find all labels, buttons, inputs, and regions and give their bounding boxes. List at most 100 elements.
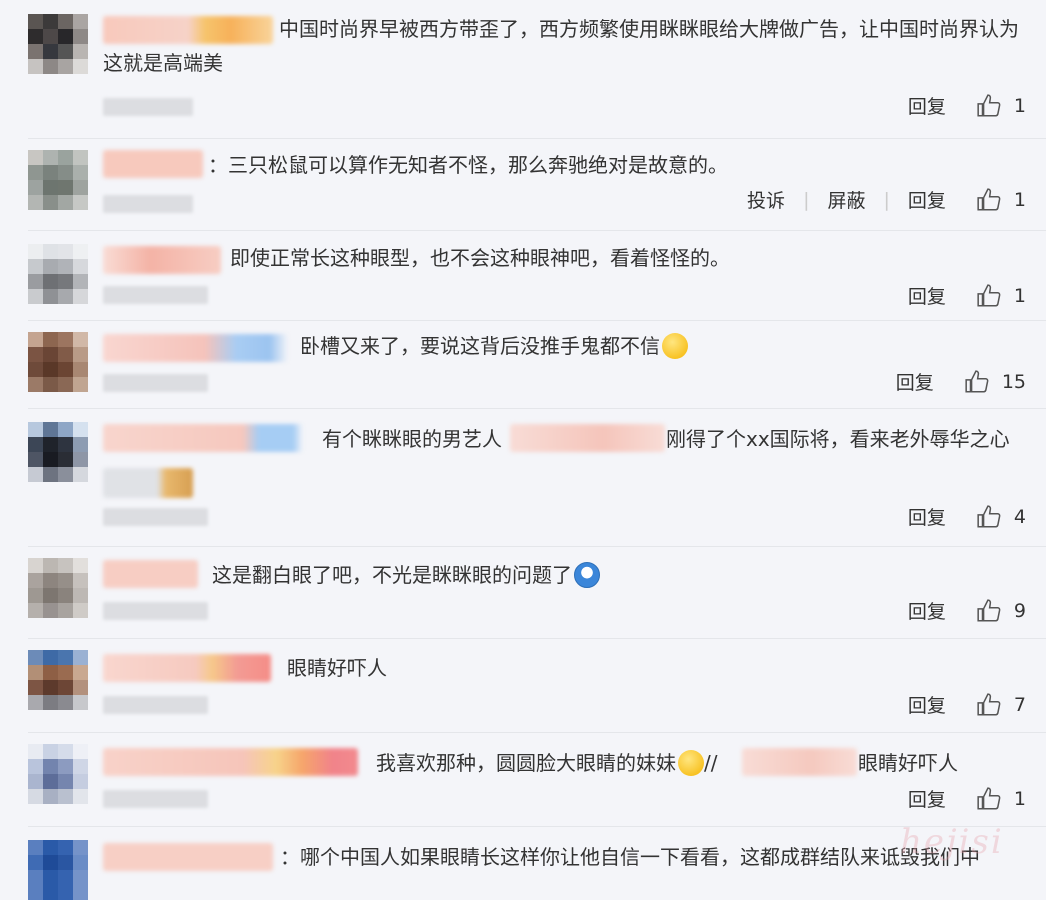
like-button[interactable]: 9 xyxy=(976,598,1026,624)
avatar[interactable] xyxy=(28,332,88,392)
watermark: hejisi xyxy=(900,822,1004,862)
divider-bar: | xyxy=(883,188,890,211)
comment-actions: 回复 4 xyxy=(882,503,1026,530)
reply-button[interactable]: 回复 xyxy=(908,282,946,309)
comment-text: 刚得了个xx国际将，看来老外辱华之心 xyxy=(666,424,1010,454)
sweat-face-emoji xyxy=(662,333,688,359)
timestamp-blurred xyxy=(103,790,208,808)
divider xyxy=(28,230,1046,231)
avatar[interactable] xyxy=(28,650,88,710)
username-blurred[interactable] xyxy=(103,843,273,871)
comment-text-part: 我喜欢那种，圆圆脸大眼睛的妹妹 xyxy=(376,751,676,775)
timestamp-blurred xyxy=(103,374,208,392)
comment-actions: 回复 1 xyxy=(882,92,1026,119)
comment-text: 我喜欢那种，圆圆脸大眼睛的妹妹 // xyxy=(376,748,717,778)
username-blurred[interactable] xyxy=(103,560,198,588)
divider xyxy=(28,638,1046,639)
timestamp-blurred xyxy=(103,508,208,526)
reply-button[interactable]: 回复 xyxy=(908,186,946,213)
thumbs-up-icon xyxy=(977,504,1001,528)
avatar[interactable] xyxy=(28,558,88,618)
like-button[interactable]: 1 xyxy=(976,93,1026,119)
comment-actions: 回复 9 xyxy=(882,597,1026,624)
divider xyxy=(28,546,1046,547)
username-blurred[interactable] xyxy=(103,748,358,776)
comment-text: 卧槽又来了，要说这背后没推手鬼都不信 xyxy=(300,331,688,361)
thumbs-up-icon xyxy=(977,187,1001,211)
comment-text: 眼睛好吓人 xyxy=(287,656,387,680)
comment-text: ：哪个中国人如果眼睛长这样你让他自信一下看看，这都成群结队来诋毁我们中 xyxy=(280,845,980,869)
thumbs-up-icon xyxy=(977,598,1001,622)
like-count: 9 xyxy=(1013,599,1026,622)
like-button[interactable]: 1 xyxy=(976,187,1026,213)
reply-button[interactable]: 回复 xyxy=(908,691,946,718)
thumbs-up-icon xyxy=(977,93,1001,117)
divider xyxy=(28,826,1046,827)
divider xyxy=(28,320,1046,321)
comment-actions: 投诉 | 屏蔽 | 回复 1 xyxy=(721,186,1026,213)
divider-bar: | xyxy=(803,188,810,211)
reply-button[interactable]: 回复 xyxy=(908,503,946,530)
avatar[interactable] xyxy=(28,744,88,804)
username-blurred[interactable] xyxy=(103,424,303,452)
thumbs-up-icon xyxy=(977,283,1001,307)
avatar[interactable] xyxy=(28,14,88,74)
reply-button[interactable]: 回复 xyxy=(908,785,946,812)
comment-text: 中国时尚界早被西方带歪了，西方频繁使用眯眯眼给大牌做广告，让中国时尚界认为这就是… xyxy=(103,17,1019,75)
like-button[interactable]: 4 xyxy=(976,504,1026,530)
image-blurred[interactable] xyxy=(103,468,193,498)
reply-button[interactable]: 回复 xyxy=(896,368,934,395)
avatar[interactable] xyxy=(28,840,88,900)
like-count: 1 xyxy=(1013,94,1026,117)
reply-button[interactable]: 回复 xyxy=(908,597,946,624)
comment-text: 即使正常长这种眼型，也不会这种眼神吧，看着怪怪的。 xyxy=(230,246,730,270)
thumbs-up-icon xyxy=(965,369,989,393)
yum-face-emoji xyxy=(678,750,704,776)
like-count: 4 xyxy=(1013,505,1026,528)
avatar[interactable] xyxy=(28,244,88,304)
timestamp-blurred xyxy=(103,98,193,116)
like-button[interactable]: 7 xyxy=(976,692,1026,718)
comment-actions: 回复 15 xyxy=(870,368,1026,395)
like-button[interactable]: 1 xyxy=(976,283,1026,309)
timestamp-blurred xyxy=(103,602,208,620)
reply-button[interactable]: 回复 xyxy=(908,92,946,119)
like-count: 15 xyxy=(1001,370,1026,393)
mention-blurred[interactable] xyxy=(510,424,665,452)
like-count: 1 xyxy=(1013,284,1026,307)
like-count: 1 xyxy=(1013,787,1026,810)
avatar[interactable] xyxy=(28,422,88,482)
like-button[interactable]: 1 xyxy=(976,786,1026,812)
like-button[interactable]: 15 xyxy=(964,369,1026,395)
comment-actions: 回复 7 xyxy=(882,691,1026,718)
divider xyxy=(28,138,1046,139)
report-button[interactable]: 投诉 xyxy=(747,186,785,213)
divider xyxy=(28,408,1046,409)
comment-text-body: 这是翻白眼了吧，不光是眯眯眼的问题了 xyxy=(212,563,572,587)
like-count: 7 xyxy=(1013,693,1026,716)
comment-text-body: 卧槽又来了，要说这背后没推手鬼都不信 xyxy=(300,334,660,358)
username-blurred[interactable] xyxy=(103,654,271,682)
username-blurred[interactable] xyxy=(103,334,288,362)
comment-actions: 回复 1 xyxy=(882,785,1026,812)
block-button[interactable]: 屏蔽 xyxy=(827,186,865,213)
username-blurred[interactable] xyxy=(103,150,203,178)
username-blurred[interactable] xyxy=(103,246,221,274)
avatar[interactable] xyxy=(28,150,88,210)
comment-actions: 回复 1 xyxy=(882,282,1026,309)
divider xyxy=(28,732,1046,733)
comment-text-part: 眼睛好吓人 xyxy=(858,751,958,775)
comment-text: ：三只松鼠可以算作无知者不怪，那么奔驰绝对是故意的。 xyxy=(208,153,728,177)
timestamp-blurred xyxy=(103,696,208,714)
like-count: 1 xyxy=(1013,188,1026,211)
comment-text: 这是翻白眼了吧，不光是眯眯眼的问题了 xyxy=(212,560,600,590)
comment-text-part: 有个眯眯眼的男艺人 xyxy=(322,427,502,451)
thumbs-up-icon xyxy=(977,786,1001,810)
timestamp-blurred xyxy=(103,195,193,213)
comment-text-part: // xyxy=(704,751,718,775)
comment-text: 眼睛好吓人 xyxy=(858,748,958,778)
timestamp-blurred xyxy=(103,286,208,304)
comment-text-part: 刚得了个xx国际将，看来老外辱华之心 xyxy=(666,427,1010,451)
mention-blurred[interactable] xyxy=(742,748,857,776)
doraemon-emoji xyxy=(574,562,600,588)
